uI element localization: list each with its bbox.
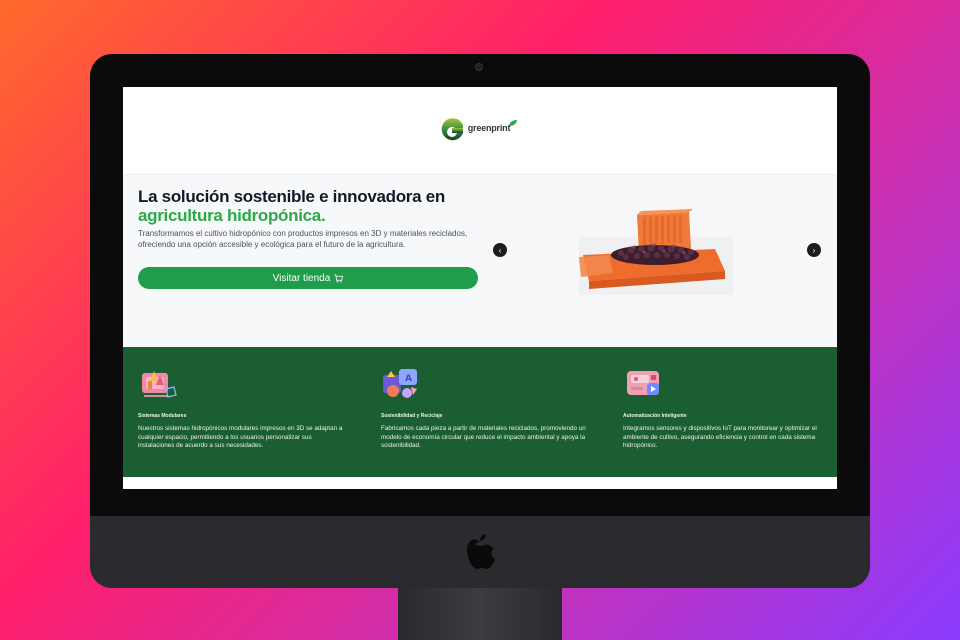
monitor-stand — [398, 586, 562, 640]
hero-title-line1: La solución sostenible e innovadora en — [138, 187, 445, 206]
brand-name: greenprint — [467, 122, 511, 133]
website-screen: greenprint La solución sostenible e inno… — [123, 87, 837, 489]
feature-title: Sistemas Modulares — [138, 413, 187, 419]
modular-systems-icon — [142, 371, 177, 398]
apple-logo-icon — [467, 534, 495, 569]
visit-store-label: Visitar tienda — [272, 272, 331, 284]
next-section-edge — [123, 477, 837, 489]
feature-title: Sostenibilidad y Reciclaje — [381, 413, 443, 419]
feature-title: Automatización Inteligente — [623, 413, 687, 419]
recycling-icon: A — [383, 369, 417, 398]
chevron-right-icon: › — [812, 245, 816, 255]
product-image — [579, 207, 733, 295]
monitor: greenprint La solución sostenible e inno… — [90, 54, 870, 588]
feature-card: A Sostenibilidad y Reciclaje Fabricamos … — [381, 367, 591, 451]
chevron-left-icon: ‹ — [498, 245, 502, 255]
automation-icon — [627, 371, 659, 395]
site-header: greenprint — [123, 87, 837, 175]
hero-title: La solución sostenible e innovadora en a… — [138, 187, 488, 225]
hero-section: La solución sostenible e innovadora en a… — [123, 175, 837, 347]
carousel-prev-button[interactable]: ‹ — [493, 243, 507, 257]
monitor-chin — [90, 516, 870, 588]
feature-text: Integramos sensores y dispositivos IoT p… — [623, 425, 817, 449]
features-section: Sistemas Modulares Nuestros sistemas hid… — [123, 347, 837, 477]
visit-store-button[interactable]: Visitar tienda — [138, 267, 478, 289]
greenprint-logo-icon — [441, 117, 463, 140]
hero-title-accent: agricultura hidropónica. — [138, 206, 326, 225]
hero-description: Transformamos el cultivo hidropónico con… — [138, 229, 468, 249]
feature-text: Fabricamos cada pieza a partir de materi… — [381, 425, 586, 449]
carousel-next-button[interactable]: › — [807, 243, 821, 257]
feature-card: Sistemas Modulares Nuestros sistemas hid… — [138, 367, 348, 451]
svg-text:A: A — [405, 374, 412, 384]
feature-card: Automatización Inteligente Integramos se… — [623, 367, 833, 451]
camera-icon — [475, 63, 483, 71]
hydroponic-tray-image — [579, 207, 733, 295]
leaf-icon — [509, 119, 518, 126]
brand-logo[interactable]: greenprint — [439, 116, 522, 146]
feature-text: Nuestros sistemas hidropónicos modulares… — [138, 425, 343, 449]
cart-icon — [334, 273, 344, 283]
